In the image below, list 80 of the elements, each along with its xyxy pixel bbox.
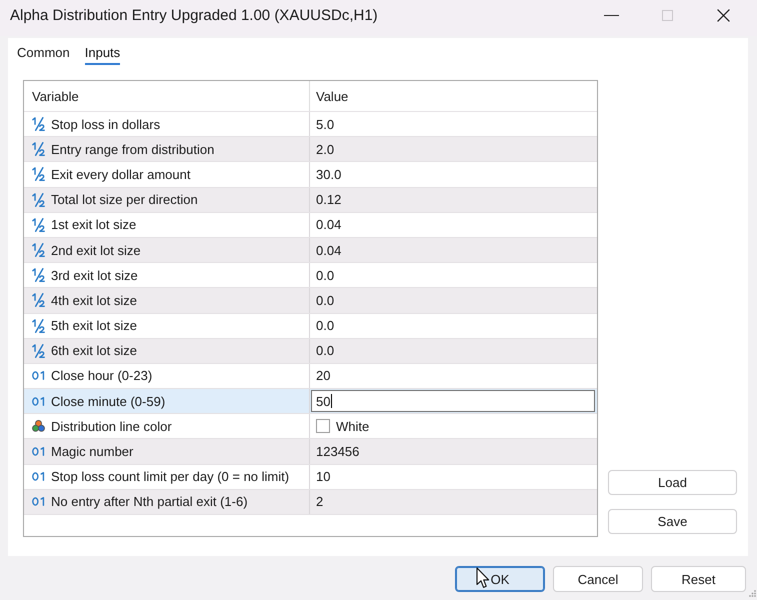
variable-name: 4th exit lot size [51, 292, 137, 308]
variable-name: Magic number [51, 444, 134, 460]
variable-name: Stop loss in dollars [51, 116, 160, 132]
number-icon [32, 447, 44, 456]
fraction-icon [32, 243, 44, 258]
number-icon [32, 472, 44, 482]
variable-name: 5th exit lot size [51, 318, 137, 334]
variable-name: 3rd exit lot size [51, 268, 138, 283]
value-input-field[interactable]: 50 [311, 390, 595, 412]
number-icon [32, 497, 44, 506]
variable-name: Close minute (0-59) [51, 394, 166, 409]
table-row[interactable]: Total lot size per direction 0.12 [24, 188, 597, 213]
color-name: White [336, 418, 370, 434]
fraction-icon [32, 293, 44, 308]
palette-icon [32, 420, 44, 432]
value-text: 2.0 [316, 142, 334, 157]
value-text: 0.12 [316, 192, 342, 208]
variable-name: Stop loss count limit per day (0 = no limit) [51, 469, 290, 484]
table-row[interactable]: Close minute (0-59) 50 [24, 389, 597, 414]
minimize-icon[interactable] [604, 14, 618, 16]
table-row[interactable]: No entry after Nth partial exit (1-6) 2 [24, 490, 597, 515]
table-row[interactable]: Entry range from distribution 2.0 [24, 137, 597, 162]
table-row[interactable]: Close hour (0-23) 20 [24, 364, 597, 390]
variable-name: Entry range from distribution [51, 142, 214, 157]
table-row[interactable]: Exit every dollar amount 30.0 [24, 162, 597, 188]
value-text: 0.04 [316, 217, 342, 232]
text-caret-icon [331, 394, 332, 408]
variable-name: Close hour (0-23) [51, 368, 152, 384]
value-text: 30.0 [316, 166, 342, 182]
ok-button[interactable]: OK [455, 566, 545, 592]
column-header: Variable [32, 88, 79, 104]
variable-name: 6th exit lot size [51, 343, 137, 358]
fraction-icon [32, 318, 44, 333]
value-text: 0.0 [316, 292, 334, 308]
tab[interactable]: Inputs [84, 38, 120, 65]
value-text: 123456 [316, 444, 360, 460]
table-row[interactable]: Distribution line color White [24, 414, 597, 440]
variable-name: Exit every dollar amount [51, 166, 190, 182]
number-icon [32, 371, 44, 380]
reset-button[interactable]: Reset [651, 566, 746, 592]
value-text: 20 [316, 368, 330, 384]
resize-grip-icon[interactable] [749, 590, 756, 597]
fraction-icon [32, 268, 44, 282]
table-row[interactable]: Stop loss count limit per day (0 = no limit) 10 [24, 464, 597, 490]
table-row[interactable]: 1st exit lot size 0.04 [24, 212, 597, 238]
table-row[interactable]: 3rd exit lot size 0.0 [24, 263, 597, 288]
save-button[interactable]: Save [608, 509, 737, 534]
mouse-pointer-icon [476, 567, 490, 589]
table-row[interactable]: Stop loss in dollars 5.0 [24, 112, 597, 138]
table-row[interactable]: 2nd exit lot size 0.04 [24, 238, 597, 264]
column-header: Value [316, 88, 348, 104]
variable-name: Distribution line color [51, 418, 172, 434]
value-text: 0.0 [316, 268, 334, 283]
table-row[interactable]: Magic number 123456 [24, 439, 597, 465]
fraction-icon [32, 142, 44, 156]
color-swatch-icon[interactable] [316, 419, 330, 434]
fraction-icon [32, 117, 44, 132]
table-row[interactable]: 4th exit lot size 0.0 [24, 288, 597, 314]
variable-name: 2nd exit lot size [51, 242, 141, 258]
number-icon [32, 396, 44, 406]
variable-name: No entry after Nth partial exit (1-6) [51, 494, 248, 510]
value-text: 10 [316, 469, 330, 484]
table-row[interactable]: 6th exit lot size 0.0 [24, 338, 597, 364]
window-title: Alpha Distribution Entry Upgraded 1.00 (XAUUSDc,H1) [9, 6, 379, 24]
fraction-icon [32, 192, 44, 207]
cancel-button[interactable]: Cancel [553, 566, 643, 592]
fraction-icon [32, 167, 44, 182]
value-text: 5.0 [316, 116, 334, 132]
tab[interactable]: Common [17, 38, 70, 65]
fraction-icon [32, 344, 44, 358]
variable-name: 1st exit lot size [51, 217, 136, 232]
load-button[interactable]: Load [608, 470, 737, 495]
value-text: 0.0 [316, 318, 334, 334]
close-icon[interactable] [716, 8, 730, 22]
value-text: 2 [316, 494, 324, 510]
table-row[interactable]: 5th exit lot size 0.0 [24, 314, 597, 339]
value-text: 0.04 [316, 242, 342, 258]
value-text: 0.0 [316, 343, 334, 358]
fraction-icon [32, 218, 44, 232]
variable-name: Total lot size per direction [51, 192, 198, 208]
